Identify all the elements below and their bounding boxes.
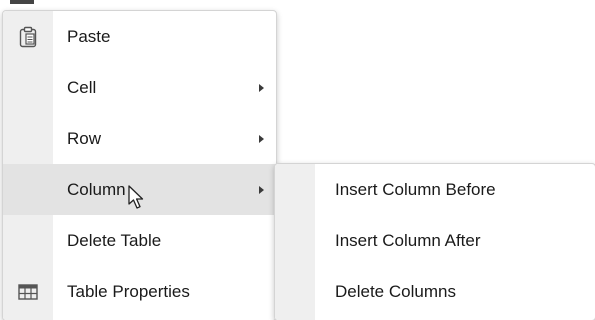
menu-item-delete-table[interactable]: Delete Table — [3, 215, 276, 266]
menu-item-label: Insert Column Before — [335, 179, 496, 199]
menu-item-label: Cell — [67, 77, 97, 97]
submenu-arrow-icon — [259, 185, 264, 194]
submenu-arrow-icon — [259, 83, 264, 92]
column-submenu: Insert Column Before Insert Column After… — [274, 163, 595, 320]
menu-item-label: Delete Table — [67, 230, 162, 250]
menu-item-paste[interactable]: Paste — [3, 11, 276, 62]
menu-item-row[interactable]: Row — [3, 113, 276, 164]
menu-item-insert-column-after[interactable]: Insert Column After — [275, 215, 595, 266]
menu-item-label: Delete Columns — [335, 281, 456, 301]
context-menu: Paste Cell Row Column Delete Table Table… — [2, 10, 277, 320]
edge-fragment — [10, 0, 34, 4]
menu-item-cell[interactable]: Cell — [3, 62, 276, 113]
menu-item-label: Column — [67, 179, 126, 199]
menu-item-label: Paste — [67, 26, 111, 46]
mouse-pointer-icon — [128, 185, 146, 216]
menu-item-label: Row — [67, 128, 102, 148]
menu-item-table-properties[interactable]: Table Properties — [3, 266, 276, 317]
clipboard-icon — [3, 11, 53, 62]
table-icon — [3, 266, 53, 317]
submenu-arrow-icon — [259, 134, 264, 143]
menu-item-label: Table Properties — [67, 281, 190, 301]
menu-item-insert-column-before[interactable]: Insert Column Before — [275, 164, 595, 215]
menu-item-label: Insert Column After — [335, 230, 481, 250]
menu-item-delete-columns[interactable]: Delete Columns — [275, 266, 595, 317]
